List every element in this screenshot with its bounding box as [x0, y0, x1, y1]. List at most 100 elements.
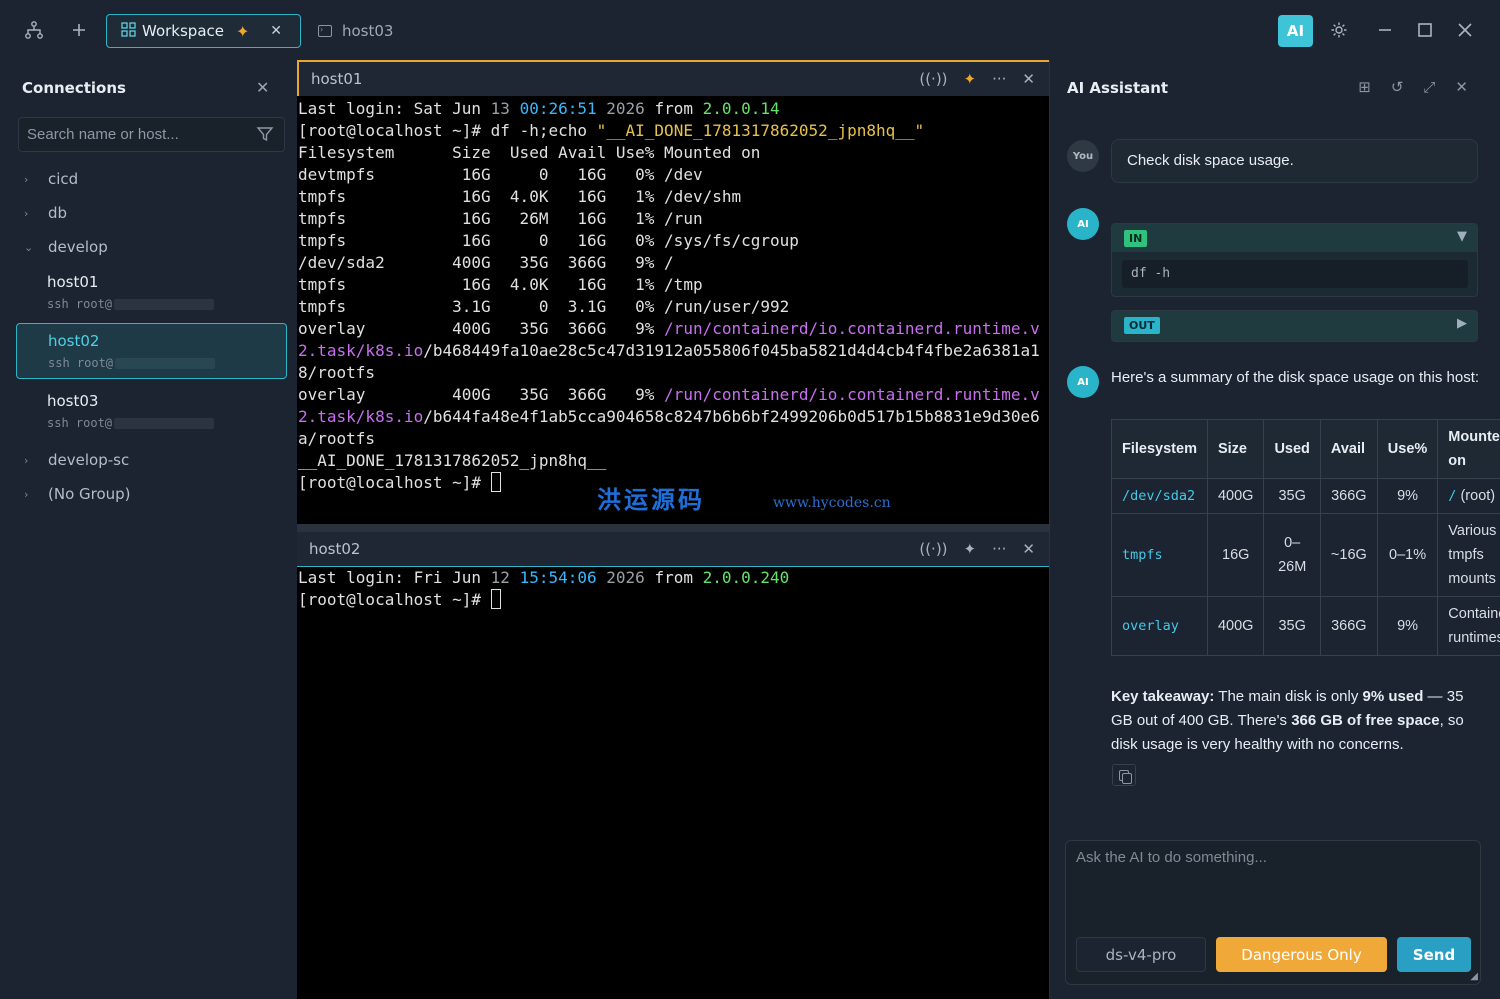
broadcast-icon[interactable]: ((·))	[919, 540, 947, 558]
ai-sparkle-icon[interactable]: ✦	[236, 22, 249, 41]
tool-call-input[interactable]: IN ▼ df -h	[1111, 223, 1478, 297]
group-label: db	[48, 204, 68, 222]
table-row: tmpfs 16G 0–26M ~16G 0–1% Various tmpfs …	[1111, 513, 1500, 597]
more-options-icon[interactable]: ···	[992, 540, 1006, 558]
new-chat-icon[interactable]: ⊞	[1358, 78, 1371, 96]
table-row: overlay 400G 35G 366G 9% Container runti…	[1111, 596, 1500, 656]
resize-grip-icon[interactable]: ◢	[1470, 971, 1478, 982]
expand-icon[interactable]: ⤢	[1423, 78, 1435, 96]
group-no-group[interactable]: › (No Group)	[24, 483, 131, 505]
column-header: Used	[1263, 419, 1321, 479]
close-pane-icon[interactable]: ✕	[1022, 540, 1035, 558]
terminal-icon: ›	[318, 25, 332, 37]
ai-prompt-input[interactable]	[1076, 849, 1466, 909]
tab-host03[interactable]: › host03	[318, 14, 393, 48]
tab-host03-label: host03	[342, 22, 394, 40]
group-develop-sc[interactable]: › develop-sc	[24, 449, 129, 471]
ai-input-box: ds-v4-pro Dangerous Only Send ◢	[1065, 840, 1481, 985]
copy-icon[interactable]	[1112, 764, 1136, 786]
terminal-output[interactable]: Last login: Fri Jun 12 15:54:06 2026 fro…	[298, 567, 789, 611]
chevron-right-icon: ›	[24, 487, 29, 501]
terminal-output[interactable]: Last login: Sat Jun 13 00:26:51 2026 fro…	[298, 98, 1040, 494]
ai-sparkle-icon[interactable]: ✦	[964, 70, 977, 88]
host-item-host02[interactable]: host02 ssh root@	[16, 323, 287, 379]
new-tab-plus-icon[interactable]	[67, 18, 91, 42]
sidebar-close-icon[interactable]: ✕	[256, 78, 269, 97]
host-item-host01[interactable]: host01 ssh root@	[16, 265, 287, 321]
ai-avatar: AI	[1067, 208, 1099, 240]
table-cell: Various tmpfs mounts	[1437, 513, 1500, 597]
column-header: Avail	[1319, 419, 1378, 479]
connections-tree-icon[interactable]	[22, 18, 46, 42]
column-header: Filesystem	[1111, 419, 1208, 479]
model-select[interactable]: ds-v4-pro	[1076, 937, 1206, 972]
ai-panel-title: AI Assistant	[1067, 79, 1169, 97]
host-name: host01	[47, 273, 99, 291]
close-pane-icon[interactable]: ✕	[1022, 70, 1035, 88]
dangerous-only-button[interactable]: Dangerous Only	[1216, 937, 1387, 972]
terminal-pane-host02[interactable]: host02 ((·)) ✦ ··· ✕ Last login: Fri Jun…	[297, 532, 1049, 999]
table-cell: 366G	[1319, 596, 1378, 656]
connections-sidebar: Connections ✕ › cicd › db ⌄ develop host…	[0, 60, 297, 999]
maximize-icon[interactable]	[1413, 18, 1437, 42]
table-cell: 35G	[1263, 478, 1321, 514]
table-cell: ~16G	[1319, 513, 1378, 597]
collapse-triangle-icon[interactable]: ▼	[1457, 229, 1467, 244]
table-cell: 16G	[1206, 513, 1265, 597]
history-icon[interactable]: ↺	[1391, 78, 1404, 96]
settings-gear-icon[interactable]	[1327, 18, 1351, 42]
close-window-icon[interactable]	[1453, 18, 1477, 42]
terminal-cursor	[490, 472, 501, 492]
out-badge: OUT	[1124, 317, 1160, 334]
tool-command: df -h	[1122, 260, 1468, 288]
title-bar: Workspace ✦ ✕ › host03 AI	[0, 0, 1500, 60]
table-cell: 9%	[1376, 478, 1439, 514]
chevron-down-icon: ⌄	[24, 240, 34, 254]
table-row: /dev/sda2 400G 35G 366G 9% / (root)	[1111, 478, 1500, 514]
workspace-grid-icon	[121, 21, 136, 41]
table-header-row: Filesystem Size Used Avail Use% Mounted …	[1111, 419, 1500, 479]
expand-triangle-icon[interactable]: ▶	[1457, 316, 1467, 331]
table-cell: Container runtimes	[1437, 596, 1500, 656]
key-takeaway: Key takeaway: The main disk is only 9% u…	[1111, 688, 1464, 753]
minimize-icon[interactable]	[1373, 18, 1397, 42]
search-box	[18, 117, 285, 152]
tool-call-output[interactable]: OUT ▶	[1111, 310, 1478, 342]
group-label: cicd	[48, 170, 79, 188]
terminal-header: host01 ((·)) ✦ ··· ✕	[297, 60, 1049, 96]
watermark-text: 洪运源码	[597, 485, 705, 514]
table-cell: /dev/sda2	[1122, 488, 1196, 504]
group-db[interactable]: › db	[24, 202, 67, 224]
sidebar-title: Connections	[22, 79, 126, 97]
group-cicd[interactable]: › cicd	[24, 168, 78, 190]
table-cell: 35G	[1263, 596, 1321, 656]
terminal-pane-host01[interactable]: host01 ((·)) ✦ ··· ✕ Last login: Sat Jun…	[297, 60, 1049, 524]
terminal-title: host01	[311, 70, 363, 88]
ai-sparkle-icon[interactable]: ✦	[964, 540, 977, 558]
column-header: Use%	[1376, 419, 1439, 479]
host-item-host03[interactable]: host03 ssh root@	[16, 384, 287, 440]
close-panel-icon[interactable]: ✕	[1455, 78, 1468, 96]
host-address: ssh root@	[48, 356, 216, 370]
user-avatar: You	[1067, 140, 1099, 172]
filter-icon[interactable]	[256, 125, 274, 143]
chevron-right-icon: ›	[24, 453, 29, 467]
group-develop[interactable]: ⌄ develop	[24, 236, 108, 258]
tab-close-icon[interactable]: ✕	[270, 23, 282, 39]
broadcast-icon[interactable]: ((·))	[919, 70, 947, 88]
terminal-header: host02 ((·)) ✦ ··· ✕	[297, 532, 1049, 567]
table-cell: tmpfs	[1122, 547, 1163, 563]
host-address: ssh root@	[47, 416, 215, 430]
search-input[interactable]	[27, 126, 247, 143]
more-options-icon[interactable]: ···	[992, 70, 1006, 88]
pane-splitter[interactable]	[297, 524, 1049, 532]
chevron-right-icon: ›	[24, 206, 29, 220]
send-button[interactable]: Send	[1397, 937, 1471, 972]
tab-workspace[interactable]: Workspace ✦ ✕	[106, 14, 301, 48]
table-cell: overlay	[1122, 618, 1179, 634]
table-cell: 0–26M	[1263, 513, 1321, 597]
table-cell: 366G	[1319, 478, 1378, 514]
terminal-cursor	[490, 589, 501, 609]
column-header: Mounted on	[1437, 419, 1500, 479]
ai-toggle-button[interactable]: AI	[1278, 15, 1313, 47]
